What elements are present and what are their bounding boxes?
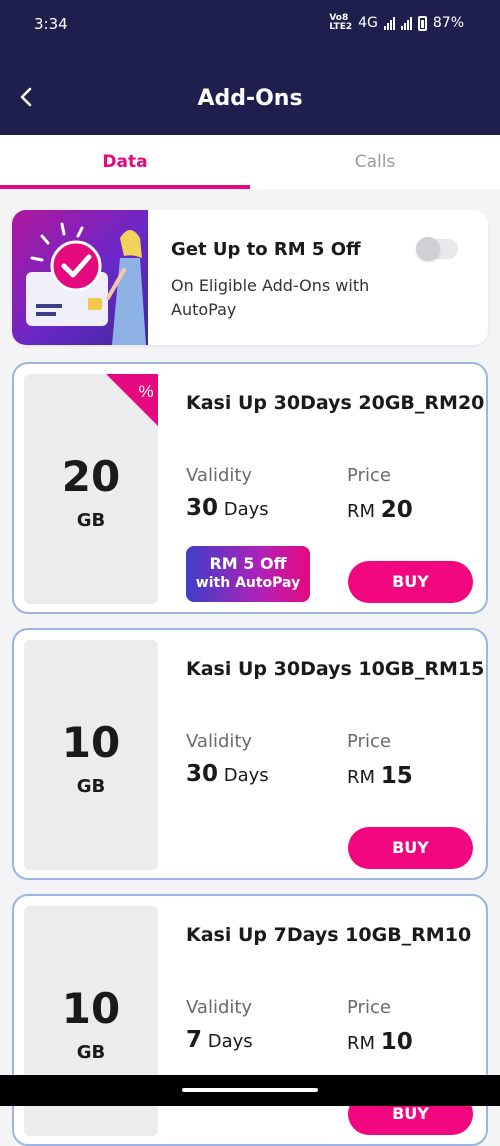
validity-unit: Days xyxy=(223,499,269,520)
validity-value: 30 Days xyxy=(186,761,269,787)
signal-icon xyxy=(383,16,395,30)
status-icons: Vo8 LTE2 4G 87% xyxy=(329,14,464,32)
plan-card[interactable]: 10 GB Kasi Up 30Days 10GB_RM15 Validity … xyxy=(12,628,488,880)
status-bar: 3:34 Vo8 LTE2 4G 87% xyxy=(0,0,500,48)
tab-data[interactable]: Data xyxy=(0,135,250,189)
price-label: Price xyxy=(347,465,391,486)
app-header: Add-Ons xyxy=(0,48,500,135)
signal-icon-2 xyxy=(400,16,412,30)
volte-indicator: Vo8 LTE2 xyxy=(329,14,352,32)
page-title: Add-Ons xyxy=(197,86,303,111)
plan-size: 10 xyxy=(61,984,121,1033)
plan-name: Kasi Up 30Days 10GB_RM15 xyxy=(186,658,485,680)
price-number: 10 xyxy=(380,1029,413,1055)
validity-number: 30 xyxy=(186,495,219,521)
plan-size: 20 xyxy=(61,452,121,501)
validity-label: Validity xyxy=(186,731,253,752)
plan-unit: GB xyxy=(76,776,106,797)
price-label: Price xyxy=(347,997,391,1018)
autopay-illustration xyxy=(12,210,148,345)
plan-name: Kasi Up 30Days 20GB_RM20 xyxy=(186,392,485,414)
validity-number: 30 xyxy=(186,761,219,787)
plan-size-panel: 10 GB xyxy=(24,640,158,870)
toggle-knob xyxy=(416,237,440,261)
battery-icon xyxy=(417,15,427,31)
plan-unit: GB xyxy=(76,510,106,531)
discount-badge-label: % xyxy=(138,382,153,401)
plan-unit: GB xyxy=(76,1042,106,1063)
price-currency: RM xyxy=(347,1033,376,1054)
network-type: 4G xyxy=(358,15,378,31)
tab-bar: Data Calls xyxy=(0,135,500,189)
tab-calls[interactable]: Calls xyxy=(250,135,500,189)
buy-button[interactable]: BUY xyxy=(348,561,473,603)
status-time: 3:34 xyxy=(34,15,68,33)
price-value: RM 10 xyxy=(347,1029,413,1055)
price-value: RM 20 xyxy=(347,497,413,523)
validity-label: Validity xyxy=(186,997,253,1018)
autopay-offer-badge: RM 5 Off with AutoPay xyxy=(186,546,310,602)
autopay-offer-subtitle: with AutoPay xyxy=(195,575,301,591)
home-gesture-handle[interactable] xyxy=(182,1088,318,1092)
validity-label: Validity xyxy=(186,465,253,486)
plan-card[interactable]: 20 GB % Kasi Up 30Days 20GB_RM20 Validit… xyxy=(12,362,488,614)
validity-value: 30 Days xyxy=(186,495,269,521)
plan-name: Kasi Up 7Days 10GB_RM10 xyxy=(186,924,472,946)
price-number: 20 xyxy=(380,497,413,523)
autopay-toggle[interactable] xyxy=(416,237,458,261)
volte-label-bottom: LTE2 xyxy=(329,22,353,32)
price-label: Price xyxy=(347,731,391,752)
price-currency: RM xyxy=(347,767,376,788)
promo-title: Get Up to RM 5 Off xyxy=(171,239,361,260)
validity-number: 7 xyxy=(186,1027,203,1053)
validity-unit: Days xyxy=(207,1031,253,1052)
price-currency: RM xyxy=(347,501,376,522)
autopay-promo-banner: Get Up to RM 5 Off On Eligible Add-Ons w… xyxy=(12,210,488,345)
discount-badge: % xyxy=(106,374,158,426)
system-nav-bar xyxy=(0,1075,500,1106)
price-value: RM 15 xyxy=(347,763,413,789)
price-number: 15 xyxy=(380,763,413,789)
buy-button[interactable]: BUY xyxy=(348,827,473,869)
promo-subtitle: On Eligible Add-Ons with AutoPay xyxy=(171,276,370,319)
validity-value: 7 Days xyxy=(186,1027,253,1053)
plan-card[interactable]: 10 GB Kasi Up 7Days 10GB_RM10 Validity P… xyxy=(12,894,488,1146)
validity-unit: Days xyxy=(223,765,269,786)
autopay-offer-title: RM 5 Off xyxy=(209,554,287,573)
plan-size: 10 xyxy=(61,718,121,767)
battery-level: 87% xyxy=(432,15,464,31)
